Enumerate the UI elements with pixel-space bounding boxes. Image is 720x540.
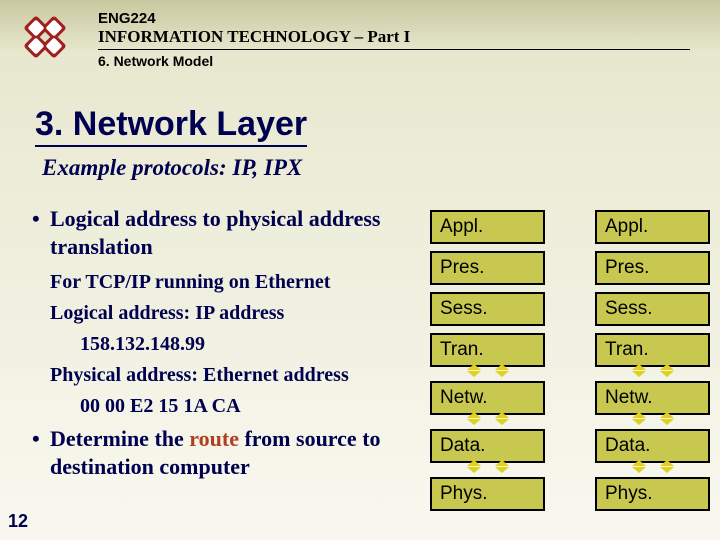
layer-box: Data. xyxy=(595,429,710,463)
bullet-item: • Logical address to physical address tr… xyxy=(32,205,412,260)
institution-logo-icon xyxy=(18,10,78,70)
bullet-text: Logical address to physical address tran… xyxy=(50,205,412,260)
layer-box: Appl. xyxy=(595,210,710,244)
course-title: INFORMATION TECHNOLOGY – Part I xyxy=(98,27,690,50)
bullet-text: Determine the route from source to desti… xyxy=(50,425,412,480)
layer-box: Netw. xyxy=(430,381,545,415)
page-number: 12 xyxy=(8,511,28,532)
layer-box: Appl. xyxy=(430,210,545,244)
section-title: 3. Network Layer xyxy=(35,105,307,147)
layer-box: Pres. xyxy=(430,251,545,285)
content-body: • Logical address to physical address tr… xyxy=(32,205,412,484)
sub-text: For TCP/IP running on Ethernet xyxy=(50,270,412,295)
layer-box: Netw. xyxy=(595,381,710,415)
sub-text: Physical address: Ethernet address xyxy=(50,363,412,388)
double-arrow-icon xyxy=(467,366,481,375)
layer-arrow-row xyxy=(430,462,710,471)
layer-box: Phys. xyxy=(595,477,710,511)
layer-box: Tran. xyxy=(430,333,545,367)
double-arrow-icon xyxy=(495,414,509,423)
double-arrow-icon xyxy=(632,414,646,423)
double-arrow-icon xyxy=(495,366,509,375)
layer-arrow-row xyxy=(430,366,710,375)
sub-text: Logical address: IP address xyxy=(50,301,412,326)
double-arrow-icon xyxy=(467,414,481,423)
example-protocols: Example protocols: IP, IPX xyxy=(42,155,302,181)
layer-box: Sess. xyxy=(595,292,710,326)
bullet-dot-icon: • xyxy=(32,425,50,480)
double-arrow-icon xyxy=(467,462,481,471)
bullet-item: • Determine the route from source to des… xyxy=(32,425,412,480)
double-arrow-icon xyxy=(632,366,646,375)
chapter-subtitle: 6. Network Model xyxy=(98,53,700,69)
double-arrow-icon xyxy=(660,366,674,375)
double-arrow-icon xyxy=(660,414,674,423)
layer-box: Phys. xyxy=(430,477,545,511)
layer-box: Data. xyxy=(430,429,545,463)
osi-layer-diagram: Appl. Appl. Pres. Pres. Sess. Sess. Tran… xyxy=(430,210,710,511)
layer-box: Sess. xyxy=(430,292,545,326)
ip-address: 158.132.148.99 xyxy=(80,332,412,357)
layer-box: Tran. xyxy=(595,333,710,367)
highlight-route: route xyxy=(189,426,239,451)
layer-arrow-row xyxy=(430,414,710,423)
bullet-dot-icon: • xyxy=(32,205,50,260)
double-arrow-icon xyxy=(632,462,646,471)
mac-address: 00 00 E2 15 1A CA xyxy=(80,394,412,419)
double-arrow-icon xyxy=(660,462,674,471)
double-arrow-icon xyxy=(495,462,509,471)
layer-box: Pres. xyxy=(595,251,710,285)
course-code: ENG224 xyxy=(98,10,700,27)
